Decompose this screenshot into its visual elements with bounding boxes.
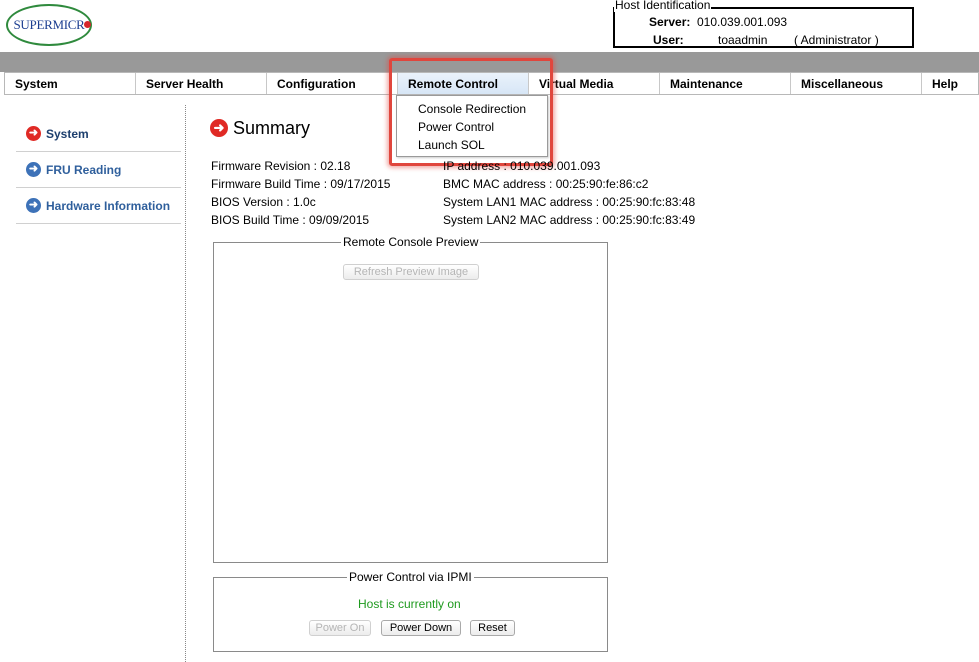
sidebar-item-fru-reading[interactable]: ➜ FRU Reading: [16, 153, 181, 188]
refresh-preview-button[interactable]: Refresh Preview Image: [343, 264, 479, 280]
dropdown-console-redirection[interactable]: Console Redirection: [418, 102, 526, 116]
remote-control-dropdown: Console Redirection Power Control Launch…: [396, 95, 548, 157]
menu-remote-control[interactable]: Remote Control: [398, 73, 529, 94]
ip-address: IP address : 010.039.001.093: [443, 159, 601, 173]
sidebar-item-label: Hardware Information: [46, 199, 171, 213]
menu-maintenance[interactable]: Maintenance: [660, 73, 791, 94]
header-band: [0, 52, 979, 72]
firmware-build-time: Firmware Build Time : 09/17/2015: [211, 177, 391, 191]
dropdown-launch-sol[interactable]: Launch SOL: [418, 138, 485, 152]
menu-configuration[interactable]: Configuration: [267, 73, 398, 94]
page-title: Summary: [233, 118, 311, 138]
menu-miscellaneous[interactable]: Miscellaneous: [791, 73, 922, 94]
user-value: toaadmin: [718, 33, 768, 47]
user-label: User:: [653, 33, 684, 47]
power-down-button[interactable]: Power Down: [381, 620, 461, 636]
sidebar-item-label: System: [46, 127, 89, 141]
sidebar-item-label: FRU Reading: [46, 163, 122, 177]
sidebar-divider: [185, 105, 186, 662]
main-menubar: System Server Health Configuration Remot…: [4, 72, 979, 95]
bios-version: BIOS Version : 1.0c: [211, 195, 316, 209]
power-control-box: [213, 577, 608, 652]
bmc-mac-address: BMC MAC address : 00:25:90:fe:86:c2: [443, 177, 649, 191]
power-on-button[interactable]: Power On: [309, 620, 371, 636]
firmware-revision: Firmware Revision : 02.18: [211, 159, 351, 173]
arrow-right-icon: ➜: [210, 119, 228, 137]
arrow-right-icon: ➜: [26, 162, 41, 177]
menu-virtual-media[interactable]: Virtual Media: [529, 73, 660, 94]
lan1-mac-address: System LAN1 MAC address : 00:25:90:fc:83…: [443, 195, 696, 209]
arrow-right-icon: ➜: [26, 198, 41, 213]
arrow-right-icon: ➜: [26, 126, 41, 141]
menu-server-health[interactable]: Server Health: [136, 73, 267, 94]
remote-console-preview-box: [213, 242, 608, 563]
user-role: ( Administrator ): [794, 33, 879, 47]
remote-console-preview-legend: Remote Console Preview: [341, 235, 481, 249]
server-value: 010.039.001.093: [697, 15, 788, 29]
host-status: Host is currently on: [358, 597, 461, 611]
reset-button[interactable]: Reset: [470, 620, 515, 636]
host-identification-legend: Host Identification: [614, 0, 712, 12]
server-label: Server:: [649, 15, 691, 29]
menu-help[interactable]: Help: [922, 73, 978, 94]
supermicro-logo: SUPERMICR: [6, 4, 92, 46]
bios-build-time: BIOS Build Time : 09/09/2015: [211, 213, 370, 227]
sidebar-item-system[interactable]: ➜ System: [16, 117, 181, 152]
logo-dot-icon: [84, 21, 91, 28]
lan2-mac-address: System LAN2 MAC address : 00:25:90:fc:83…: [443, 213, 696, 227]
menu-system[interactable]: System: [5, 73, 136, 94]
sidebar-item-hardware-information[interactable]: ➜ Hardware Information: [16, 189, 181, 224]
logo-text: SUPERMICR: [13, 17, 85, 32]
dropdown-power-control[interactable]: Power Control: [418, 120, 494, 134]
power-control-legend: Power Control via IPMI: [347, 570, 474, 584]
